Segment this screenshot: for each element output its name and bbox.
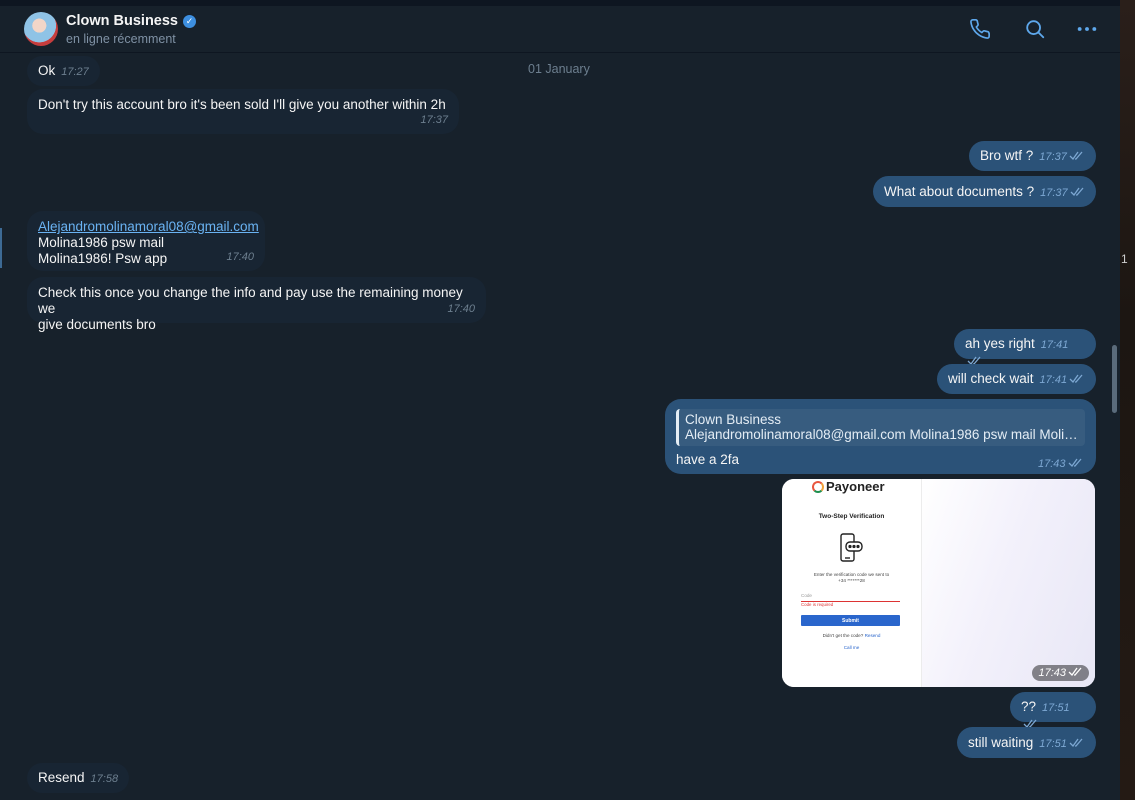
verification-heading: Two-Step Verification bbox=[818, 513, 885, 520]
message-time: 17:51 bbox=[1042, 702, 1070, 714]
message-time: 17:58 bbox=[90, 773, 119, 785]
message-text: have a 2fa bbox=[676, 452, 740, 467]
read-checks-icon bbox=[1069, 374, 1083, 384]
read-checks-icon bbox=[1069, 738, 1083, 748]
didnt-get-text: Didn't get the code? bbox=[822, 633, 864, 638]
message-outgoing[interactable]: Bro wtf ? 17:37 bbox=[969, 141, 1096, 171]
last-seen-status: en ligne récemment bbox=[66, 32, 176, 46]
message-outgoing[interactable]: ?? 17:51 bbox=[1010, 692, 1096, 729]
message-line: Check this once you change the info and … bbox=[38, 285, 463, 316]
payoneer-ring-icon bbox=[812, 480, 824, 493]
phone-icon bbox=[970, 19, 990, 39]
payoneer-logo: Payoneer bbox=[812, 479, 885, 494]
photo-message[interactable]: Payoneer Two-Step Verification Enter the… bbox=[782, 479, 1095, 687]
desktop-edge bbox=[1120, 0, 1135, 800]
edge-digit: 1 bbox=[1121, 252, 1128, 266]
masked-phone: +34 *******28 bbox=[838, 578, 865, 583]
phone-message-icon bbox=[840, 533, 863, 562]
date-separator: 01 January bbox=[528, 62, 590, 76]
message-line: Molina1986 psw mail bbox=[38, 235, 165, 250]
chat-header: Clown Business ✓ en ligne récemment bbox=[0, 6, 1120, 53]
more-dots-icon bbox=[1077, 27, 1097, 31]
message-outgoing[interactable]: What about documents ? 17:37 bbox=[873, 176, 1096, 207]
chat-title[interactable]: Clown Business bbox=[66, 13, 178, 29]
message-incoming[interactable]: Alejandromolinamoral08@gmail.com Molina1… bbox=[27, 211, 265, 271]
message-line: give documents bro bbox=[38, 317, 156, 332]
resend-link-image: Resend bbox=[864, 633, 881, 638]
left-edge-marker bbox=[0, 228, 2, 268]
message-text: ah yes right bbox=[965, 336, 1035, 351]
message-time: 17:37 bbox=[1039, 151, 1067, 163]
code-field: Code bbox=[801, 593, 900, 602]
message-text: Ok bbox=[38, 63, 56, 78]
screenshot-right-panel bbox=[921, 479, 1095, 687]
message-time: 17:43 bbox=[1038, 667, 1066, 679]
read-checks-icon bbox=[1070, 187, 1084, 197]
message-time: 17:40 bbox=[447, 303, 475, 315]
message-outgoing[interactable]: ah yes right 17:41 bbox=[954, 329, 1096, 366]
message-text: Bro wtf ? bbox=[980, 148, 1034, 163]
call-me-link-image: Call me bbox=[843, 645, 860, 650]
read-checks-icon bbox=[1069, 151, 1083, 161]
scrollbar[interactable] bbox=[1110, 54, 1118, 800]
message-incoming[interactable]: Resend 17:58 bbox=[27, 763, 130, 793]
didnt-get-code: Didn't get the code? Resend bbox=[782, 633, 921, 638]
verified-badge-icon: ✓ bbox=[183, 14, 196, 28]
search-button[interactable] bbox=[1022, 16, 1048, 42]
call-button[interactable] bbox=[967, 16, 993, 42]
message-time: 17:27 bbox=[61, 66, 89, 78]
photo-time-badge: 17:43 bbox=[1032, 665, 1089, 681]
message-outgoing[interactable]: still waiting 17:51 bbox=[957, 727, 1096, 758]
message-incoming[interactable]: Check this once you change the info and … bbox=[27, 277, 486, 332]
title-row[interactable]: Clown Business ✓ bbox=[66, 13, 196, 29]
read-checks-icon bbox=[1068, 458, 1082, 468]
message-time: 17:37 bbox=[420, 114, 448, 126]
message-time: 17:41 bbox=[1039, 374, 1068, 386]
message-time: 17:41 bbox=[1040, 339, 1069, 351]
message-outgoing[interactable]: will check wait 17:41 bbox=[937, 364, 1096, 394]
decorative-arc bbox=[1077, 499, 1095, 687]
more-options-button[interactable] bbox=[1074, 16, 1100, 42]
message-text: will check wait bbox=[948, 371, 1034, 386]
screenshot-left-panel: Payoneer Two-Step Verification Enter the… bbox=[782, 479, 921, 687]
scrollbar-thumb[interactable] bbox=[1112, 345, 1117, 413]
message-line: Molina1986! Psw app bbox=[38, 251, 168, 266]
verification-instruction: Enter the verification code we sent to +… bbox=[792, 572, 911, 584]
reply-preview[interactable]: Clown Business Alejandromolinamoral08@gm… bbox=[676, 409, 1085, 446]
payoneer-brand: Payoneer bbox=[826, 479, 885, 494]
message-incoming[interactable]: Don't try this account bro it's been sol… bbox=[27, 89, 459, 134]
submit-button-image: Submit bbox=[801, 615, 900, 626]
reply-text: Alejandromolinamoral08@gmail.com Molina1… bbox=[685, 427, 1079, 442]
message-text: Resend bbox=[38, 770, 85, 785]
message-text: ?? bbox=[1021, 699, 1037, 714]
read-checks-icon bbox=[1068, 667, 1082, 677]
message-text: still waiting bbox=[968, 735, 1034, 750]
message-time: 17:51 bbox=[1039, 738, 1067, 750]
email-link[interactable]: Alejandromolinamoral08@gmail.com bbox=[38, 219, 259, 235]
chat-window: Clown Business ✓ en ligne récemment 01 J… bbox=[0, 0, 1120, 800]
message-text: What about documents ? bbox=[884, 184, 1035, 199]
message-time: 17:40 bbox=[226, 251, 254, 263]
code-error: Code is required bbox=[801, 602, 834, 607]
search-icon bbox=[1026, 20, 1045, 39]
message-incoming[interactable]: Ok 17:27 bbox=[27, 56, 100, 86]
message-time: 17:37 bbox=[1040, 187, 1068, 199]
message-text: Don't try this account bro it's been sol… bbox=[38, 97, 446, 112]
message-meta: 17:43 bbox=[1038, 454, 1083, 472]
avatar[interactable] bbox=[24, 12, 58, 46]
message-time: 17:43 bbox=[1038, 458, 1066, 470]
reply-author: Clown Business bbox=[685, 412, 782, 427]
